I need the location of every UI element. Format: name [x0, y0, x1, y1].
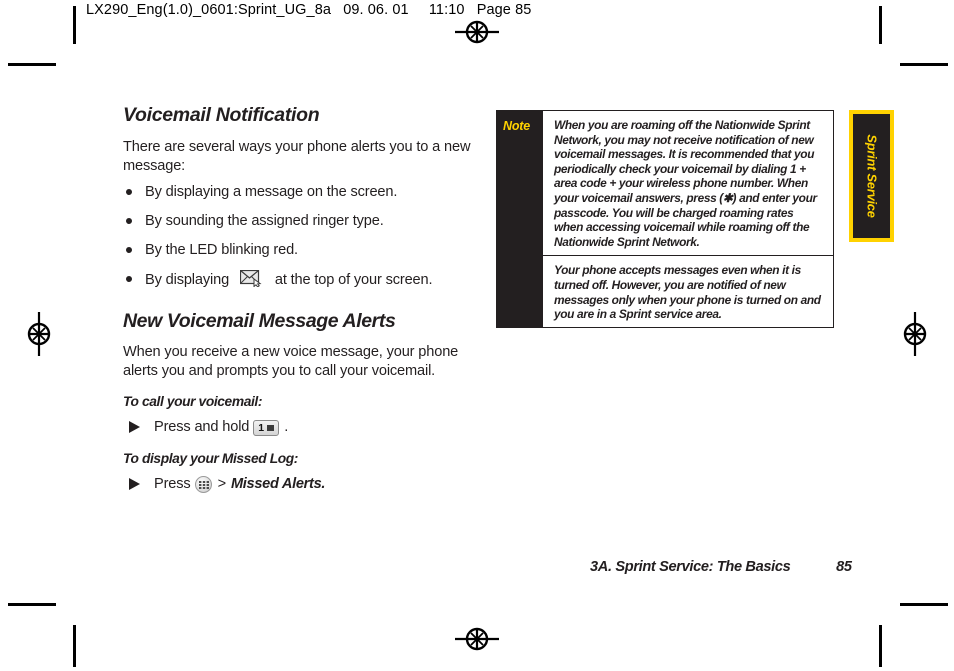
- note-paragraph-roaming: When you are roaming off the Nationwide …: [554, 118, 817, 249]
- print-job-page: Page 85: [476, 2, 532, 18]
- key-1-label: 1: [258, 421, 264, 434]
- section2-intro-paragraph: When you receive a new voice message, yo…: [123, 344, 459, 379]
- section-heading-new-voicemail-alerts: New Voicemail Message Alerts: [123, 310, 396, 332]
- arrow-right-icon: [129, 478, 140, 490]
- page-footer: 3A. Sprint Service: The Basics 85: [590, 559, 852, 575]
- print-job-time: 11:10: [428, 2, 465, 18]
- side-thumb-tab-label: Sprint Service: [864, 134, 879, 218]
- crop-mark-bottom-left-horizontal: [8, 603, 56, 606]
- key-1-glyph: [267, 424, 275, 431]
- crop-mark-bottom-left-vertical: [73, 625, 76, 667]
- bullet-dot-icon: [126, 218, 132, 224]
- step-emphasis-missed-alerts: Missed Alerts.: [230, 476, 326, 492]
- bullet-dot-icon: [126, 247, 132, 253]
- main-text-column: Voicemail Notification There are several…: [123, 104, 473, 497]
- procedure-step-missed-log: Press > Missed Alerts.: [123, 475, 473, 494]
- footer-page-number: 85: [836, 559, 852, 575]
- menu-key-icon: [194, 476, 212, 493]
- list-item-text: By displaying a message on the screen.: [145, 184, 398, 200]
- list-item-text: By displaying: [145, 272, 230, 288]
- step-text-before: Press: [154, 476, 191, 492]
- crop-mark-bottom-right-vertical: [879, 625, 882, 667]
- footer-chapter-title: 3A. Sprint Service: The Basics: [590, 559, 791, 575]
- step-separator: >: [217, 476, 227, 492]
- key-1-voicemail-icon: 1: [253, 419, 280, 436]
- bullet-dot-icon: [126, 189, 132, 195]
- list-item: By the LED blinking red.: [123, 241, 473, 259]
- list-item-text: By sounding the assigned ringer type.: [145, 213, 384, 229]
- section-heading-voicemail-notification: Voicemail Notification: [123, 104, 320, 126]
- step-text-after: .: [284, 419, 289, 435]
- voicemail-alert-bullet-list: By displaying a message on the screen. B…: [123, 183, 473, 289]
- procedure-lead-missed-log: To display your Missed Log:: [123, 451, 298, 466]
- print-job-name: LX290_Eng(1.0)_0601:Sprint_UG_8a: [86, 2, 332, 18]
- list-item: By sounding the assigned ringer type.: [123, 212, 473, 230]
- procedure-lead-call-voicemail: To call your voicemail:: [123, 394, 263, 409]
- crop-mark-top-left-vertical: [73, 6, 76, 44]
- envelope-icon: [239, 269, 264, 288]
- registration-mark-left: [17, 312, 61, 356]
- note-paragraph-phone-off: Your phone accepts messages even when it…: [554, 263, 821, 322]
- crop-mark-top-left-horizontal: [8, 63, 56, 66]
- list-item: By displaying a message on the screen.: [123, 183, 473, 201]
- note-callout-box: Note When you are roaming off the Nation…: [496, 110, 834, 328]
- section1-intro-paragraph: There are several ways your phone alerts…: [123, 139, 471, 174]
- note-label: Note: [503, 119, 530, 133]
- note-body: When you are roaming off the Nationwide …: [542, 111, 833, 327]
- registration-mark-right: [893, 312, 937, 356]
- crop-mark-top-right-vertical: [879, 6, 882, 44]
- list-item: By displaying at the top of your screen.: [123, 269, 473, 289]
- registration-mark-bottom: [455, 617, 499, 661]
- print-job-date: 09. 06. 01: [343, 2, 409, 18]
- crop-mark-bottom-right-horizontal: [900, 603, 948, 606]
- list-item-text-tail: at the top of your screen.: [274, 272, 433, 288]
- step-text-before: Press and hold: [154, 419, 250, 435]
- procedure-step-call-voicemail: Press and hold 1 .: [123, 418, 473, 437]
- bullet-dot-icon: [126, 276, 132, 282]
- side-thumb-tab-sprint-service: Sprint Service: [849, 110, 894, 242]
- crop-mark-top-right-horizontal: [900, 63, 948, 66]
- note-label-column: Note: [497, 111, 542, 327]
- arrow-right-icon: [129, 421, 140, 433]
- list-item-text: By the LED blinking red.: [145, 242, 298, 258]
- print-job-slug: LX290_Eng(1.0)_0601:Sprint_UG_8a 09. 06.…: [86, 2, 531, 18]
